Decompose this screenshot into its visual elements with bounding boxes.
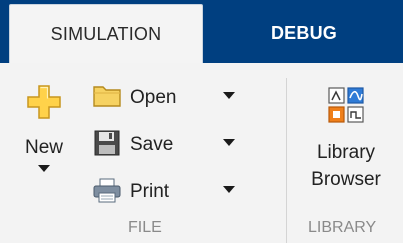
tab-simulation[interactable]: SIMULATION xyxy=(9,4,203,64)
floppy-disk-icon xyxy=(92,129,122,162)
tab-debug-label: DEBUG xyxy=(270,23,337,43)
print-button-label: Print xyxy=(130,181,170,202)
print-button[interactable]: Print xyxy=(92,175,235,209)
library-browser-icon xyxy=(327,86,365,129)
library-group-label: LIBRARY xyxy=(308,219,377,236)
new-button[interactable]: New xyxy=(16,84,72,214)
library-browser-button[interactable]: Library Browser xyxy=(303,86,389,216)
save-button-label: Save xyxy=(130,134,174,155)
open-button-label: Open xyxy=(130,87,177,108)
new-button-label: New xyxy=(24,137,63,158)
new-plus-icon xyxy=(26,84,62,125)
tab-simulation-label: SIMULATION xyxy=(50,24,162,44)
print-dropdown-arrow-icon[interactable] xyxy=(223,186,235,194)
printer-icon xyxy=(92,176,122,209)
file-group-label: FILE xyxy=(128,219,162,236)
tab-debug[interactable]: DEBUG xyxy=(205,4,403,63)
library-browser-label-line1: Library xyxy=(316,142,376,163)
save-dropdown-arrow-icon[interactable] xyxy=(223,139,235,147)
library-browser-label: Library Browser xyxy=(311,139,381,193)
library-browser-label-line2: Browser xyxy=(311,169,381,190)
new-dropdown-arrow-icon[interactable] xyxy=(38,165,50,173)
group-divider xyxy=(286,78,287,243)
open-button[interactable]: Open xyxy=(92,81,235,115)
save-button[interactable]: Save xyxy=(92,128,235,162)
folder-icon xyxy=(92,83,122,114)
open-dropdown-arrow-icon[interactable] xyxy=(223,92,235,100)
ribbon-tab-bar: SIMULATION DEBUG xyxy=(0,0,403,64)
